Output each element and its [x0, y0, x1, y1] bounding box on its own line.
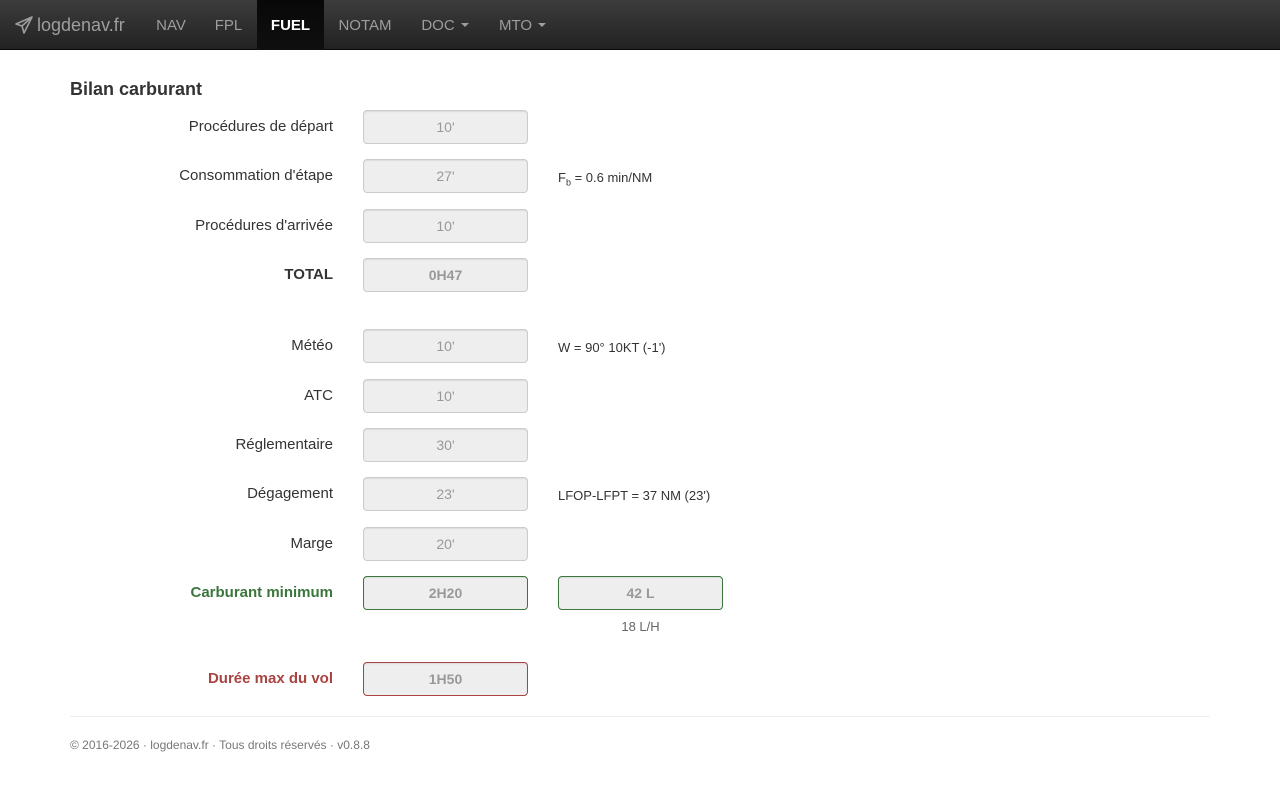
minimum-liters-field[interactable]: 42 L	[558, 576, 723, 610]
nav-item-label: NOTAM	[338, 16, 392, 34]
marge-field[interactable]: 20'	[363, 527, 528, 561]
wind-note: W = 90° 10KT (-1')	[558, 340, 666, 355]
nav-item-doc-dropdown[interactable]: DOC	[406, 0, 484, 50]
nav-item-fuel[interactable]: FUEL	[257, 0, 324, 50]
label-atc: ATC	[304, 387, 333, 404]
atc-field[interactable]: 10'	[363, 379, 528, 413]
nav-item-label: FUEL	[270, 16, 311, 34]
caret-down-icon	[460, 23, 469, 27]
alternate-note: LFOP-LFPT = 37 NM (23')	[558, 488, 711, 503]
label-reglementaire: Réglementaire	[235, 436, 333, 453]
label-degagement: Dégagement	[247, 485, 333, 502]
fuel-burn-note: Fb = 0.6 min/NM	[558, 170, 652, 188]
nav-item-nav[interactable]: NAV	[142, 0, 200, 50]
caret-down-icon	[538, 23, 547, 27]
label-duree-max: Durée max du vol	[207, 670, 333, 687]
footer-divider	[70, 716, 1210, 717]
fuel-burn-prefix: F	[558, 170, 566, 185]
meteo-field[interactable]: 10'	[363, 329, 528, 363]
label-meteo: Météo	[291, 337, 333, 354]
nav-item-notam[interactable]: NOTAM	[324, 0, 406, 50]
nav-item-label: MTO	[498, 16, 533, 34]
label-depart: Procédures de départ	[188, 118, 333, 135]
footer-text: © 2016-2026 · logdenav.fr · Tous droits …	[70, 738, 370, 752]
nav-item-mto-dropdown[interactable]: MTO	[484, 0, 561, 50]
arrivee-field[interactable]: 10'	[363, 209, 528, 243]
paper-plane-icon	[15, 16, 33, 34]
total-field[interactable]: 0H47	[363, 258, 528, 292]
brand-name: logdenav.fr	[37, 14, 125, 35]
label-etape: Consommation d'étape	[179, 167, 333, 184]
label-carburant-minimum: Carburant minimum	[190, 584, 333, 601]
fuel-burn-value: = 0.6 min/NM	[570, 170, 653, 185]
nav-item-label: FPL	[214, 16, 243, 34]
page-title: Bilan carburant	[70, 79, 203, 99]
label-total: TOTAL	[284, 266, 333, 283]
minimum-time-field[interactable]: 2H20	[363, 576, 528, 610]
duree-max-field[interactable]: 1H50	[363, 662, 528, 696]
nav-item-label: NAV	[156, 16, 186, 34]
label-arrivee: Procédures d'arrivée	[195, 217, 333, 234]
label-marge: Marge	[290, 535, 333, 552]
top-navbar: logdenav.fr NAV FPL FUEL NOTAM DOC MTO	[0, 0, 1280, 50]
brand-link[interactable]: logdenav.fr	[15, 0, 125, 50]
depart-field[interactable]: 10'	[363, 110, 528, 144]
reglementaire-field[interactable]: 30'	[363, 428, 528, 462]
degagement-field[interactable]: 23'	[363, 477, 528, 511]
fuel-rate-note: 18 L/H	[621, 619, 660, 634]
nav-item-fpl[interactable]: FPL	[200, 0, 257, 50]
nav-item-label: DOC	[421, 16, 455, 34]
etape-field[interactable]: 27'	[363, 159, 528, 193]
